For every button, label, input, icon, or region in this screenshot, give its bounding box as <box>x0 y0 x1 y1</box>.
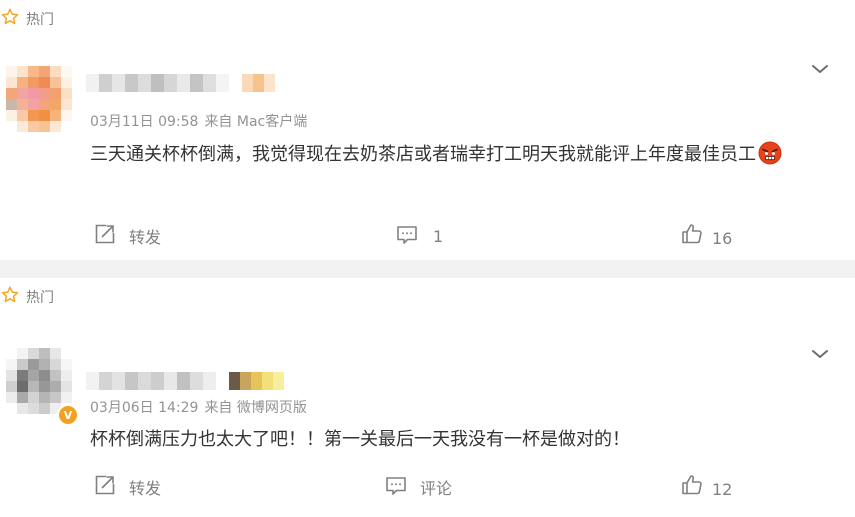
thumbs-up-icon <box>680 473 704 501</box>
action-bar: 转发 评论 12 <box>0 473 855 501</box>
comment-meta: 03月11日 09:58 来自 Mac客户端 <box>90 111 307 131</box>
chevron-down-icon[interactable] <box>809 343 831 365</box>
comment-card: 热门 03月11日 09:58 来自 Mac客户端 三天通关杯杯倒满，我觉得现在去… <box>0 0 855 260</box>
star-icon <box>0 7 20 31</box>
comment-text-body: 三天通关杯杯倒满，我觉得现在去奶茶店或者瑞幸打工明天我就能评上年度最佳员工 <box>90 144 756 165</box>
thumbs-up-icon <box>680 222 704 250</box>
comment-meta: 03月06日 14:29 来自 微博网页版 <box>90 397 307 417</box>
hot-tag: 热门 <box>0 8 54 30</box>
like-button[interactable]: 12 <box>680 473 732 501</box>
comment-source: 来自 Mac客户端 <box>204 114 308 130</box>
card-separator <box>0 260 855 278</box>
hot-label: 热门 <box>26 290 54 306</box>
like-count: 16 <box>712 229 733 248</box>
like-count: 12 <box>712 480 733 499</box>
comment-button[interactable]: 评论 <box>384 473 452 501</box>
comment-feed: 热门 03月11日 09:58 来自 Mac客户端 三天通关杯杯倒满，我觉得现在去… <box>0 0 855 517</box>
comment-text-body: 杯杯倒满压力也太大了吧！！第一关最后一天我没有一杯是做对的！ <box>90 429 630 450</box>
forward-button[interactable]: 转发 <box>93 222 161 250</box>
comment-icon <box>384 473 408 501</box>
angry-emoji-icon <box>758 141 782 165</box>
comment-time: 03月06日 14:29 <box>90 400 199 416</box>
comment-button[interactable]: 1 <box>395 222 443 250</box>
forward-icon <box>93 222 117 250</box>
forward-label: 转发 <box>129 479 162 498</box>
chevron-down-icon[interactable] <box>809 58 831 80</box>
hot-label: 热门 <box>26 12 54 28</box>
avatar[interactable] <box>6 348 72 414</box>
comment-time: 03月11日 09:58 <box>90 114 199 130</box>
comment-icon <box>395 222 419 250</box>
username-blurred[interactable] <box>86 372 284 390</box>
comment-count: 1 <box>433 226 444 246</box>
hot-tag: 热门 <box>0 286 54 308</box>
star-icon <box>0 285 20 309</box>
comment-text: 三天通关杯杯倒满，我觉得现在去奶茶店或者瑞幸打工明天我就能评上年度最佳员工 <box>90 140 782 166</box>
comment-card: 热门 V 03月06日 14:29 来自 微博网页版 杯杯倒满压力也太大了吧！！第… <box>0 278 855 517</box>
comment-source: 来自 微博网页版 <box>204 400 307 416</box>
verified-icon: V <box>57 404 79 426</box>
like-button[interactable]: 16 <box>680 222 732 250</box>
comment-text: 杯杯倒满压力也太大了吧！！第一关最后一天我没有一杯是做对的！ <box>90 425 630 451</box>
blurred-avatar-image <box>6 348 72 414</box>
forward-button[interactable]: 转发 <box>93 473 161 501</box>
forward-label: 转发 <box>129 228 162 247</box>
comment-label: 评论 <box>420 479 453 498</box>
blurred-avatar-image <box>6 66 72 132</box>
forward-icon <box>93 473 117 501</box>
username-blurred[interactable] <box>86 74 275 92</box>
action-bar: 转发 1 16 <box>0 222 855 250</box>
avatar[interactable] <box>6 66 72 132</box>
